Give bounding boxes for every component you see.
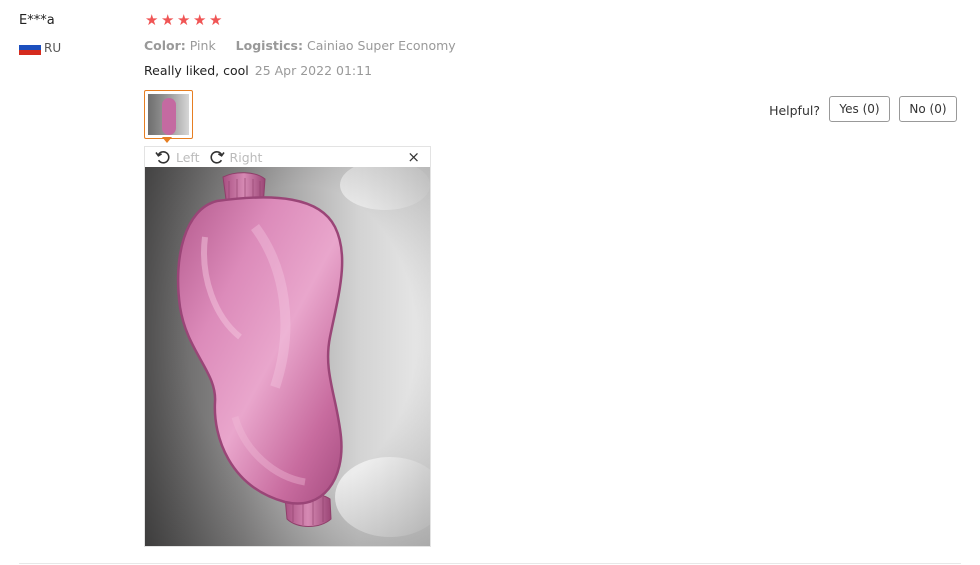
star-icon: ★	[193, 11, 207, 29]
helpful-label: Helpful?	[769, 103, 820, 118]
review-photo-thumbnail[interactable]	[144, 90, 193, 139]
helpful-no-button[interactable]: No (0)	[899, 96, 957, 122]
star-icon: ★	[161, 11, 175, 29]
rotate-right-label: Right	[229, 149, 263, 165]
logistics-label: Logistics:	[235, 38, 303, 53]
logistics-value: Cainiao Super Economy	[306, 38, 456, 53]
color-value: Pink	[189, 38, 216, 53]
star-icon: ★	[209, 11, 223, 29]
country-code: RU	[44, 40, 62, 55]
rotate-left-button[interactable]: Left	[155, 149, 200, 165]
rotate-right-icon	[209, 151, 225, 164]
order-meta: Color: Pink Logistics: Cainiao Super Eco…	[144, 38, 456, 53]
review-photo	[145, 167, 430, 546]
star-icon: ★	[145, 11, 159, 29]
review-text: Really liked, cool	[144, 63, 249, 78]
review-date: 25 Apr 2022 01:11	[254, 63, 373, 78]
reviewer-country: RU	[19, 40, 61, 55]
star-icon: ★	[177, 11, 191, 29]
reviewer-name: E***a	[19, 13, 55, 28]
rotate-left-label: Left	[176, 149, 200, 165]
flag-ru-icon	[19, 40, 41, 55]
color-label: Color:	[144, 38, 186, 53]
photo-viewer: Left Right ×	[144, 146, 431, 547]
photo-viewer-toolbar: Left Right ×	[145, 147, 430, 167]
review-body: Really liked, cool 25 Apr 2022 01:11	[144, 63, 372, 78]
helpful-yes-button[interactable]: Yes (0)	[829, 96, 890, 122]
review-divider	[19, 563, 961, 564]
star-rating: ★ ★ ★ ★ ★	[145, 13, 224, 28]
rotate-right-button[interactable]: Right	[209, 149, 263, 165]
thumbnail-pointer	[162, 137, 172, 143]
close-icon[interactable]: ×	[407, 149, 420, 165]
rotate-left-icon	[155, 151, 170, 164]
